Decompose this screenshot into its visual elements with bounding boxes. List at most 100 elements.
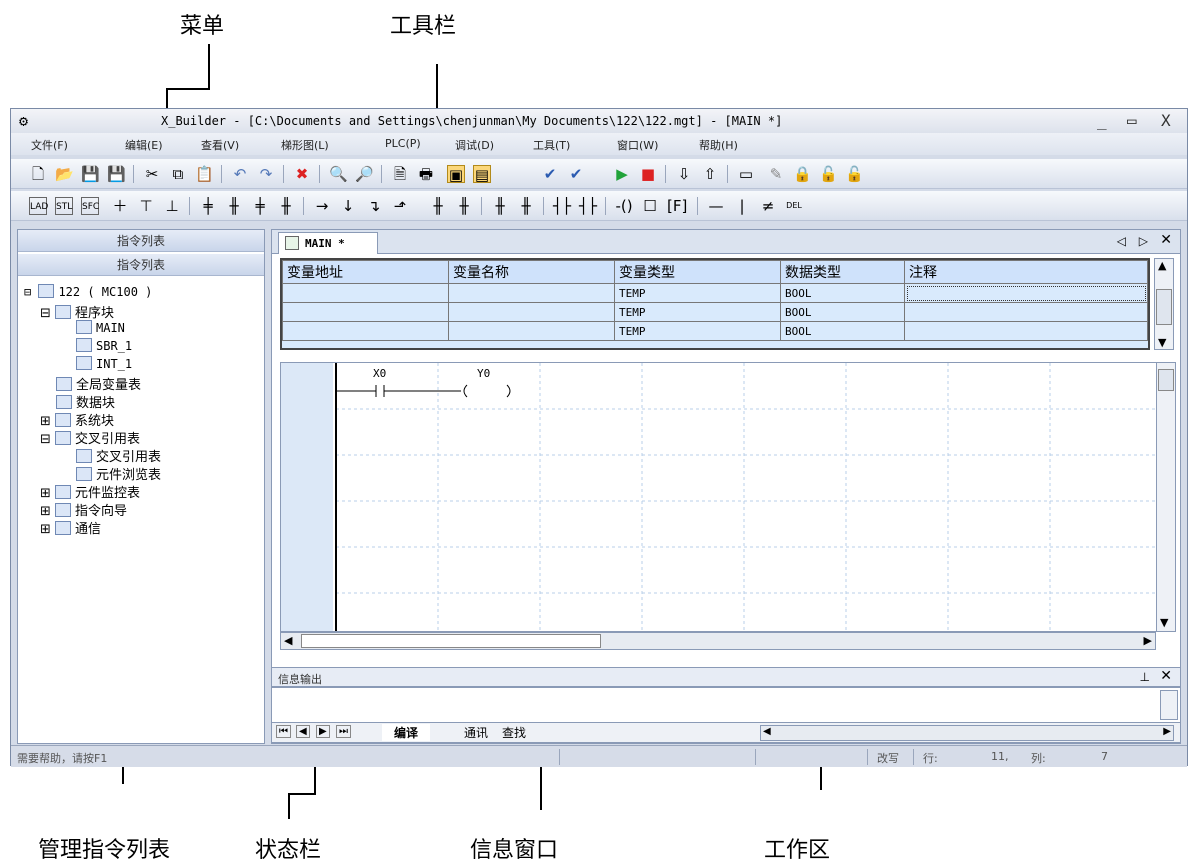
insert-col-icon[interactable]: ╪ [199, 197, 217, 215]
tab-main[interactable]: MAIN * [278, 232, 378, 254]
vertical-line-icon[interactable]: | [733, 197, 751, 215]
cell-name[interactable] [448, 302, 615, 322]
tree-item-int1[interactable]: INT_1 [76, 356, 132, 371]
insert-row-icon[interactable]: ＋ [111, 197, 129, 215]
cell-address[interactable] [282, 283, 449, 303]
tree-item-element-monitor[interactable]: ⊞ 元件监控表 [40, 482, 140, 501]
first-page-icon[interactable]: ⏮ [276, 725, 291, 738]
run-icon[interactable]: ▶ [613, 165, 631, 183]
cell-data-type[interactable]: BOOL [780, 283, 905, 303]
cell-comment[interactable] [904, 302, 1148, 322]
cell-data-type[interactable]: BOOL [780, 321, 905, 341]
download-icon[interactable]: ⇩ [675, 165, 693, 183]
info-vertical-scrollbar[interactable] [1160, 690, 1178, 720]
scroll-up-icon[interactable]: ▲ [1158, 259, 1166, 272]
menu-tools[interactable]: 工具(T) [533, 137, 570, 153]
tab-find[interactable]: 查找 [502, 724, 526, 741]
insert-branch-icon[interactable]: ⊥ [163, 197, 181, 215]
tree-item-sbr1[interactable]: SBR_1 [76, 338, 132, 353]
tree-item-project[interactable]: ⊟ 122 ( MC100 ) [24, 284, 152, 299]
menu-window[interactable]: 窗口(W) [617, 137, 658, 153]
tree-item-data-block[interactable]: 数据块 [56, 392, 115, 411]
close-button[interactable]: X [1161, 111, 1171, 130]
layout-bottom-icon[interactable]: ▤ [473, 165, 491, 184]
cell-address[interactable] [282, 321, 449, 341]
del-icon[interactable]: DEL [785, 197, 803, 215]
tree-item-communication[interactable]: ⊞ 通信 [40, 518, 101, 537]
lock-icon[interactable]: 🔒 [793, 165, 812, 183]
set-contact-icon[interactable]: ┤├ [553, 197, 571, 215]
tree-item-global-vars[interactable]: 全局变量表 [56, 374, 141, 393]
tab-communication[interactable]: 通讯 [464, 724, 488, 741]
panel-header[interactable]: 指令列表 [18, 254, 264, 276]
cell-name[interactable] [448, 321, 615, 341]
menu-debug[interactable]: 调试(D) [455, 137, 494, 153]
table-row[interactable]: TEMP BOOL [282, 302, 1148, 322]
minimize-button[interactable]: _ [1097, 111, 1107, 130]
scroll-down-icon[interactable]: ▼ [1160, 616, 1168, 629]
panel-header[interactable]: 指令列表 [18, 230, 264, 252]
coil-label[interactable]: Y0 [477, 367, 490, 380]
tree-item-wizard[interactable]: ⊞ 指令向导 [40, 500, 127, 519]
not-equal-icon[interactable]: ≠ [759, 197, 777, 215]
cell-var-type[interactable]: TEMP [614, 321, 781, 341]
tree-item-cross-ref[interactable]: ⊟ 交叉引用表 [40, 428, 140, 447]
delete-cols-icon[interactable]: ╫ [277, 197, 295, 215]
delete-col-icon[interactable]: ╪ [251, 197, 269, 215]
tree-item-cross-ref-table[interactable]: 交叉引用表 [76, 446, 161, 465]
table-vertical-scrollbar[interactable]: ▲ ▼ [1154, 258, 1174, 350]
vline-icon[interactable]: ↓ [339, 197, 357, 215]
delete-icon[interactable]: ✖ [293, 165, 311, 183]
reset-contact-icon[interactable]: ┤├ [579, 197, 597, 215]
cell-data-type[interactable]: BOOL [780, 302, 905, 322]
tree-item-main[interactable]: MAIN [76, 320, 125, 335]
tree-item-program-block[interactable]: ⊟ 程序块 [40, 302, 114, 321]
menu-ladder[interactable]: 梯形图(L) [281, 137, 329, 153]
cut-icon[interactable]: ✂ [143, 165, 161, 183]
scroll-right-icon[interactable]: ▶ [1144, 634, 1152, 647]
menu-plc[interactable]: PLC(P) [385, 137, 421, 150]
scrollbar-thumb[interactable] [301, 634, 601, 648]
undo-icon[interactable]: ↶ [231, 165, 249, 183]
new-file-icon[interactable]: 🗋 [29, 165, 47, 183]
insert-cols-icon[interactable]: ╫ [225, 197, 243, 215]
branch-up-icon[interactable]: ⬏ [391, 197, 409, 215]
pin-icon[interactable]: ⊥ [1140, 670, 1150, 684]
scroll-left-icon[interactable]: ◁ [1117, 234, 1126, 248]
stl-view-icon[interactable]: STL [55, 197, 73, 215]
ladder-vertical-scrollbar[interactable]: ▼ [1156, 362, 1176, 632]
scroll-left-icon[interactable]: ◀ [284, 634, 292, 647]
menu-view[interactable]: 查看(V) [201, 137, 239, 153]
falling-contact-icon[interactable]: ╫ [517, 197, 535, 215]
tree-item-system-block[interactable]: ⊞ 系统块 [40, 410, 114, 429]
tree-item-element-browser[interactable]: 元件浏览表 [76, 464, 161, 483]
cell-name[interactable] [448, 283, 615, 303]
coil-icon[interactable]: -() [615, 197, 633, 215]
sfc-view-icon[interactable]: SFC [81, 197, 99, 215]
cell-var-type[interactable]: TEMP [614, 283, 781, 303]
scroll-left-icon[interactable]: ◀ [763, 726, 771, 737]
cell-var-type[interactable]: TEMP [614, 302, 781, 322]
monitor-icon[interactable]: ▭ [737, 165, 755, 183]
upload-icon[interactable]: ⇧ [701, 165, 719, 183]
redo-icon[interactable]: ↷ [257, 165, 275, 183]
scrollbar-thumb[interactable] [1156, 289, 1172, 325]
box-icon[interactable]: ☐ [641, 197, 659, 215]
paste-icon[interactable]: 📋 [195, 165, 214, 183]
menu-file[interactable]: 文件(F) [31, 137, 68, 153]
save-icon[interactable]: 💾 [81, 165, 100, 183]
cell-address[interactable] [282, 302, 449, 322]
next-page-icon[interactable]: ▶ [316, 725, 330, 738]
close-tab-icon[interactable]: ✕ [1160, 232, 1172, 248]
check-all-icon[interactable]: ✔ [567, 165, 585, 183]
copy-icon[interactable]: ⧉ [169, 165, 187, 183]
nc-contact-icon[interactable]: ╫ [455, 197, 473, 215]
scroll-down-icon[interactable]: ▼ [1158, 336, 1166, 349]
ladder-horizontal-scrollbar[interactable]: ◀ ▶ [280, 632, 1156, 650]
edit-icon[interactable]: ✎ [767, 165, 785, 183]
find-icon[interactable]: 🔍 [329, 165, 348, 183]
menu-edit[interactable]: 编辑(E) [125, 137, 163, 153]
last-page-icon[interactable]: ⏭ [336, 725, 351, 738]
cell-comment[interactable] [904, 321, 1148, 341]
print-icon[interactable]: 🖶 [417, 165, 435, 183]
